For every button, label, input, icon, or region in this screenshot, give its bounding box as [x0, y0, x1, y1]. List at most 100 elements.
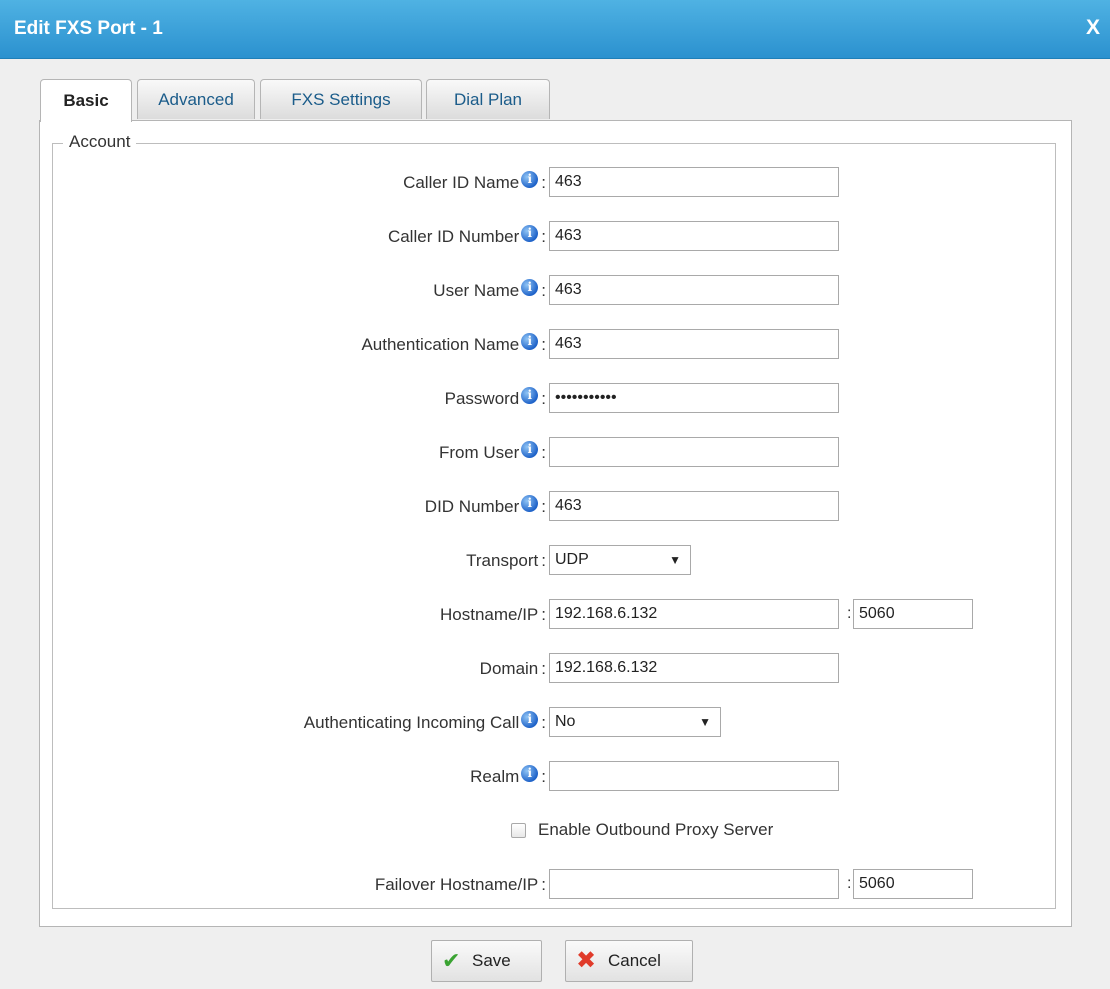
- dialog-title: Edit FXS Port - 1: [14, 18, 163, 39]
- domain-row: Domain :: [53, 653, 1057, 685]
- label-colon: :: [541, 173, 546, 192]
- hostname-input[interactable]: [549, 599, 839, 629]
- hostname-label-text: Hostname/IP: [440, 605, 539, 624]
- password-row: Password i :: [53, 383, 1057, 415]
- port-separator: :: [847, 605, 852, 622]
- label-colon: :: [541, 551, 546, 570]
- domain-label-text: Domain: [479, 659, 539, 678]
- label-colon: :: [541, 227, 546, 246]
- auth-incoming-label-text: Authenticating Incoming Call: [303, 713, 520, 732]
- hostname-port-input[interactable]: [853, 599, 973, 629]
- realm-row: Realm i :: [53, 761, 1057, 793]
- transport-row: Transport : UDP ▼: [53, 545, 1057, 577]
- authentication-name-label-text: Authentication Name: [361, 335, 520, 354]
- caller-id-number-label: Caller ID Number i :: [388, 221, 546, 253]
- failover-hostname-label-text: Failover Hostname/IP: [374, 875, 539, 894]
- did-number-label: DID Number i :: [425, 491, 546, 523]
- failover-hostname-label: Failover Hostname/IP :: [375, 869, 546, 901]
- did-number-row: DID Number i :: [53, 491, 1057, 523]
- outbound-proxy-label[interactable]: Enable Outbound Proxy Server: [538, 820, 773, 840]
- realm-label: Realm i :: [470, 761, 546, 793]
- transport-value: UDP: [555, 551, 589, 568]
- cancel-x-icon: ✖: [576, 947, 597, 974]
- info-icon[interactable]: i: [521, 386, 539, 404]
- auth-incoming-value: No: [555, 713, 576, 730]
- password-input[interactable]: [549, 383, 839, 413]
- info-icon[interactable]: i: [521, 494, 539, 512]
- edit-fxs-port-dialog: Edit FXS Port - 1 X Basic Advanced FXS S…: [0, 0, 1110, 989]
- label-colon: :: [541, 659, 546, 678]
- from-user-input[interactable]: [549, 437, 839, 467]
- hostname-row: Hostname/IP : :: [53, 599, 1057, 631]
- tab-dial-plan[interactable]: Dial Plan: [426, 79, 550, 119]
- auth-incoming-row: Authenticating Incoming Call i : No ▼: [53, 707, 1057, 739]
- caller-id-name-row: Caller ID Name i :: [53, 167, 1057, 199]
- info-icon[interactable]: i: [521, 710, 539, 728]
- label-colon: :: [541, 281, 546, 300]
- caller-id-name-label: Caller ID Name i :: [403, 167, 546, 199]
- label-colon: :: [541, 875, 546, 894]
- user-name-label: User Name i :: [433, 275, 546, 307]
- password-label: Password i :: [445, 383, 546, 415]
- caller-id-name-label-text: Caller ID Name: [403, 173, 520, 192]
- tab-fxs-settings[interactable]: FXS Settings: [260, 79, 422, 119]
- label-colon: :: [541, 389, 546, 408]
- checkmark-icon: ✔: [442, 948, 461, 973]
- user-name-label-text: User Name: [433, 281, 520, 300]
- failover-port-input[interactable]: [853, 869, 973, 899]
- cancel-button[interactable]: ✖ Cancel: [565, 940, 693, 982]
- authentication-name-row: Authentication Name i :: [53, 329, 1057, 361]
- from-user-label-text: From User: [438, 443, 520, 462]
- close-icon[interactable]: X: [1086, 16, 1100, 40]
- realm-input[interactable]: [549, 761, 839, 791]
- label-colon: :: [541, 335, 546, 354]
- account-legend: Account: [63, 132, 137, 152]
- caller-id-number-label-text: Caller ID Number: [387, 227, 520, 246]
- info-icon[interactable]: i: [521, 170, 539, 188]
- transport-select[interactable]: UDP ▼: [549, 545, 691, 575]
- authentication-name-input[interactable]: [549, 329, 839, 359]
- outbound-proxy-checkbox[interactable]: [511, 822, 526, 838]
- info-icon[interactable]: i: [521, 440, 539, 458]
- failover-hostname-input[interactable]: [549, 869, 839, 899]
- save-button[interactable]: ✔ Save: [431, 940, 542, 982]
- caller-id-name-input[interactable]: [549, 167, 839, 197]
- from-user-row: From User i :: [53, 437, 1057, 469]
- account-fieldset: Account Caller ID Name i : Caller ID Num…: [52, 132, 1057, 909]
- label-colon: :: [541, 443, 546, 462]
- info-icon[interactable]: i: [521, 332, 539, 350]
- tab-panel-basic: Account Caller ID Name i : Caller ID Num…: [39, 120, 1072, 927]
- label-colon: :: [541, 605, 546, 624]
- did-number-label-text: DID Number: [424, 497, 520, 516]
- transport-label-text: Transport: [466, 551, 539, 570]
- hostname-label: Hostname/IP :: [440, 599, 546, 631]
- dialog-titlebar: Edit FXS Port - 1 X: [0, 0, 1110, 59]
- chevron-down-icon: ▼: [699, 715, 711, 729]
- transport-label: Transport :: [466, 545, 546, 577]
- domain-input[interactable]: [549, 653, 839, 683]
- save-button-label: Save: [472, 951, 511, 970]
- tab-advanced[interactable]: Advanced: [137, 79, 255, 119]
- tab-basic[interactable]: Basic: [40, 79, 132, 122]
- domain-label: Domain :: [480, 653, 546, 685]
- caller-id-number-row: Caller ID Number i :: [53, 221, 1057, 253]
- info-icon[interactable]: i: [521, 764, 539, 782]
- outbound-proxy-row: Enable Outbound Proxy Server: [511, 820, 773, 840]
- caller-id-number-input[interactable]: [549, 221, 839, 251]
- info-icon[interactable]: i: [521, 278, 539, 296]
- realm-label-text: Realm: [470, 767, 520, 786]
- label-colon: :: [541, 497, 546, 516]
- cancel-button-label: Cancel: [608, 951, 661, 970]
- failover-hostname-row: Failover Hostname/IP : :: [53, 869, 1057, 901]
- port-separator: :: [847, 875, 852, 892]
- authentication-name-label: Authentication Name i :: [361, 329, 546, 361]
- chevron-down-icon: ▼: [669, 553, 681, 567]
- info-icon[interactable]: i: [521, 224, 539, 242]
- did-number-input[interactable]: [549, 491, 839, 521]
- label-colon: :: [541, 713, 546, 732]
- from-user-label: From User i :: [439, 437, 546, 469]
- password-label-text: Password: [444, 389, 520, 408]
- user-name-row: User Name i :: [53, 275, 1057, 307]
- user-name-input[interactable]: [549, 275, 839, 305]
- auth-incoming-select[interactable]: No ▼: [549, 707, 721, 737]
